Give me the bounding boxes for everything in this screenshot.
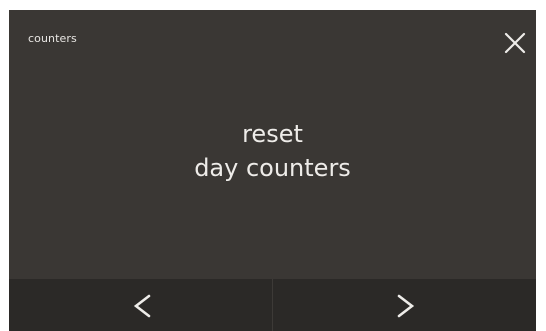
message-line-1: reset <box>242 120 303 148</box>
previous-button[interactable] <box>9 279 272 331</box>
next-button[interactable] <box>273 279 536 331</box>
page-title: counters <box>28 32 77 45</box>
close-icon <box>500 28 530 58</box>
reset-message: reset day counters <box>9 117 536 185</box>
close-button[interactable] <box>500 28 530 58</box>
device-frame: counters reset day counters <box>0 0 546 331</box>
display-screen: counters reset day counters <box>9 10 536 331</box>
message-line-2: day counters <box>194 154 351 182</box>
navigation-bar <box>9 279 536 331</box>
